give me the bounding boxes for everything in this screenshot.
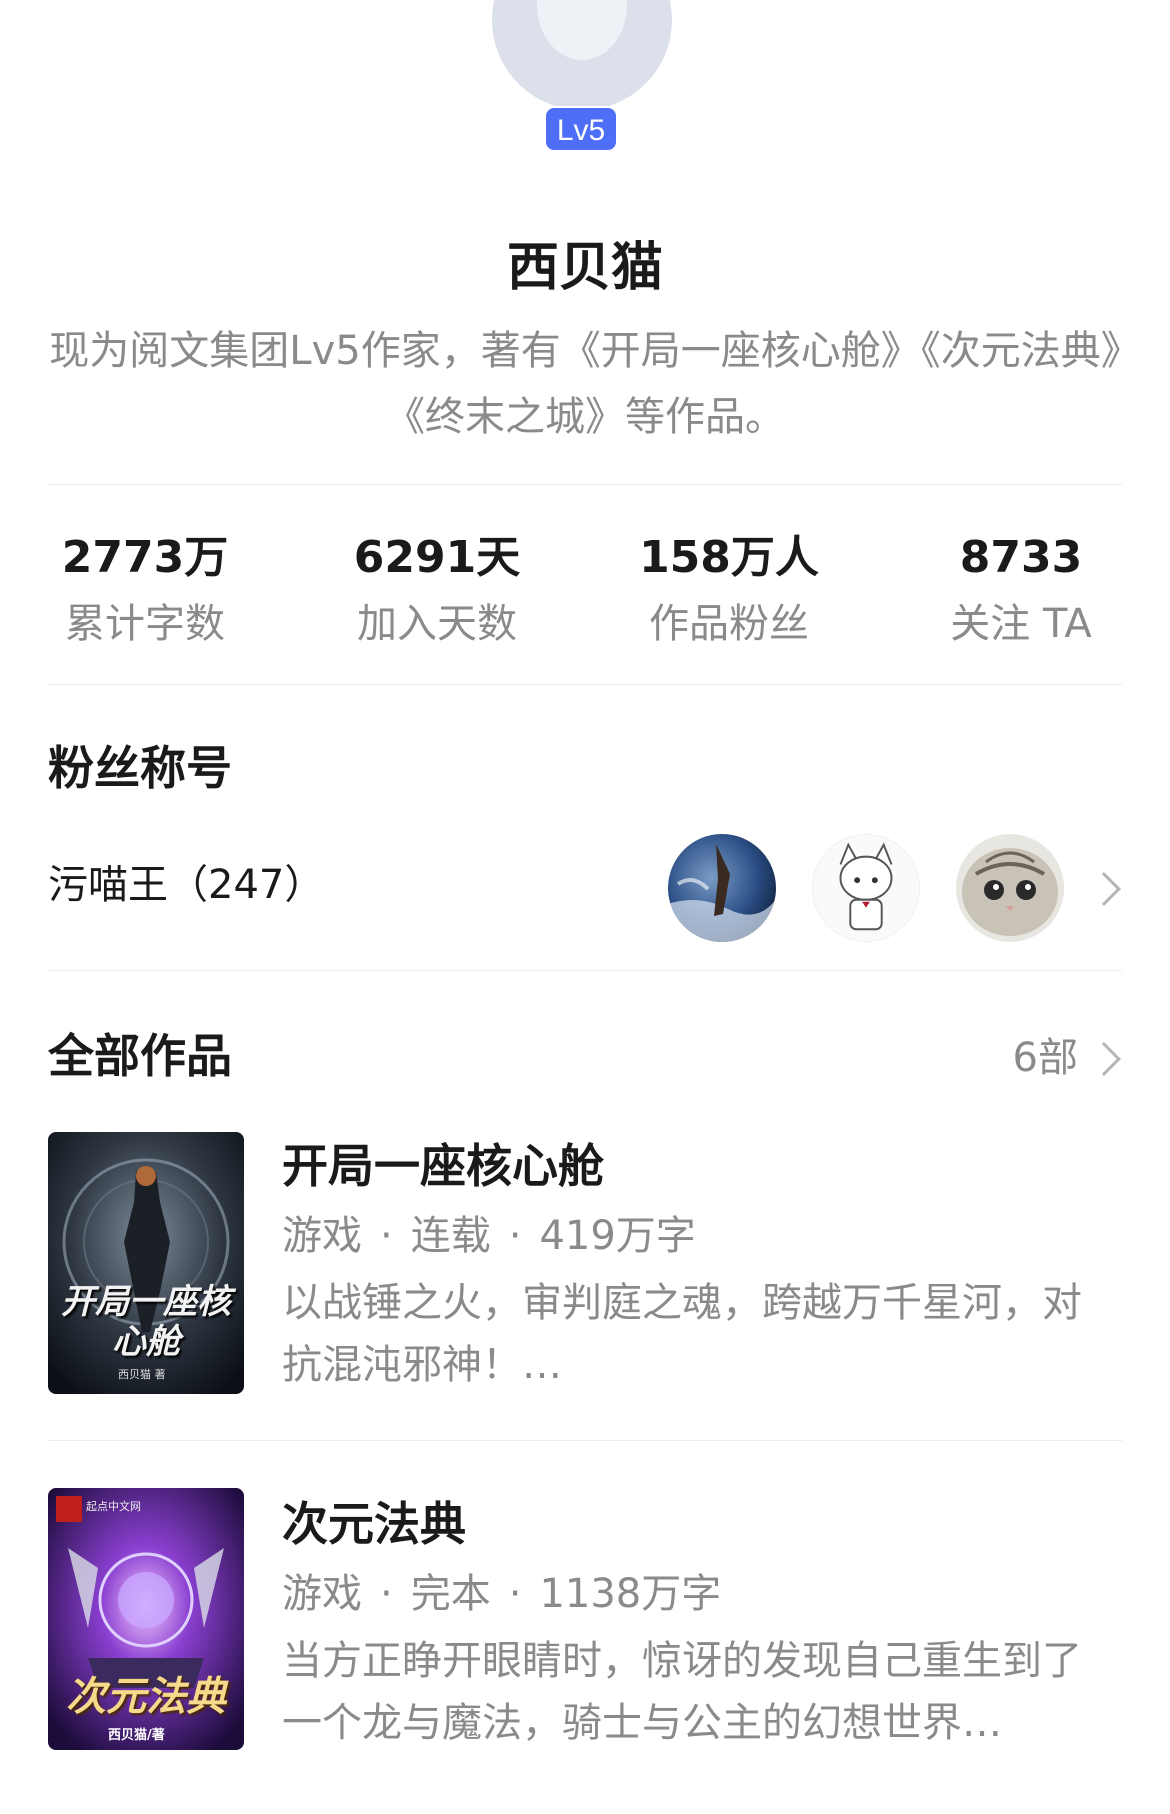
works-section-title: 全部作品 [48,1029,232,1083]
cover-author: 西贝猫/著 [108,1728,165,1743]
divider [48,484,1122,485]
fan-title-label: 污喵王（247） [48,862,325,908]
book-genre: 游戏 [282,1213,362,1259]
book-cover[interactable]: 开局一座核心舱 西贝猫 著 [48,1132,244,1394]
author-bio: 现为阅文集团Lv5作家，著有《开局一座核心舱》《次元法典》《终末之城》等作品。 [49,328,1121,440]
book-status: 完本 [410,1571,491,1617]
book-description: 以战锤之火，审判庭之魂，跨越万千星河，对抗混沌邪神！… [282,1280,1082,1388]
stat-value: 158万人 [639,532,819,583]
book-meta: 游戏 · 连载 · 419万字 [282,1213,696,1259]
book-genre: 游戏 [282,1571,362,1617]
book-cover[interactable]: 起点中文网 次元法典 西贝猫/著 [48,1488,244,1750]
stat-label: 加入天数 [357,601,517,647]
stat-join-days[interactable]: 6291天 加入天数 [292,530,582,652]
book-description: 当方正睁开眼睛时，惊讶的发现自己重生到了一个龙与魔法，骑士与公主的幻想世界… [282,1638,1082,1746]
book-status: 连载 [410,1213,491,1259]
stat-value: 2773万 [61,532,229,583]
stat-total-words[interactable]: 2773万 累计字数 [0,530,290,652]
divider [48,1440,1122,1441]
fan-avatar-cat-girl [812,834,920,942]
book-word-count: 419万字 [539,1213,696,1259]
cover-title: 次元法典 [66,1673,226,1720]
works-count: 6部 [1012,1035,1078,1081]
author-name: 西贝猫 [506,238,663,298]
book-word-count: 1138万字 [539,1571,722,1617]
stat-following[interactable]: 8733 关注 TA [876,530,1166,652]
book-meta: 游戏 · 完本 · 1138万字 [282,1571,722,1617]
author-avatar[interactable] [492,0,672,110]
stat-value: 8733 [959,532,1083,583]
book-title: 开局一座核心舱 [282,1139,604,1193]
cover-author: 西贝猫 著 [118,1368,166,1381]
stat-value: 6291天 [353,532,521,583]
fan-avatar-kitten [956,834,1064,942]
stat-label: 关注 TA [950,601,1092,647]
divider [48,970,1122,971]
book-title: 次元法典 [282,1497,466,1551]
fan-section-title: 粉丝称号 [48,741,232,795]
avatar-placeholder-icon [537,0,627,60]
stat-label: 累计字数 [65,601,225,647]
cover-publisher: 起点中文网 [86,1500,141,1513]
stat-label: 作品粉丝 [649,601,809,647]
cover-title: 开局一座核心舱 [61,1282,231,1362]
fan-avatar-earth [668,834,776,942]
stat-fans[interactable]: 158万人 作品粉丝 [584,530,874,652]
divider [48,684,1122,685]
level-badge: Lv5 [544,106,618,152]
